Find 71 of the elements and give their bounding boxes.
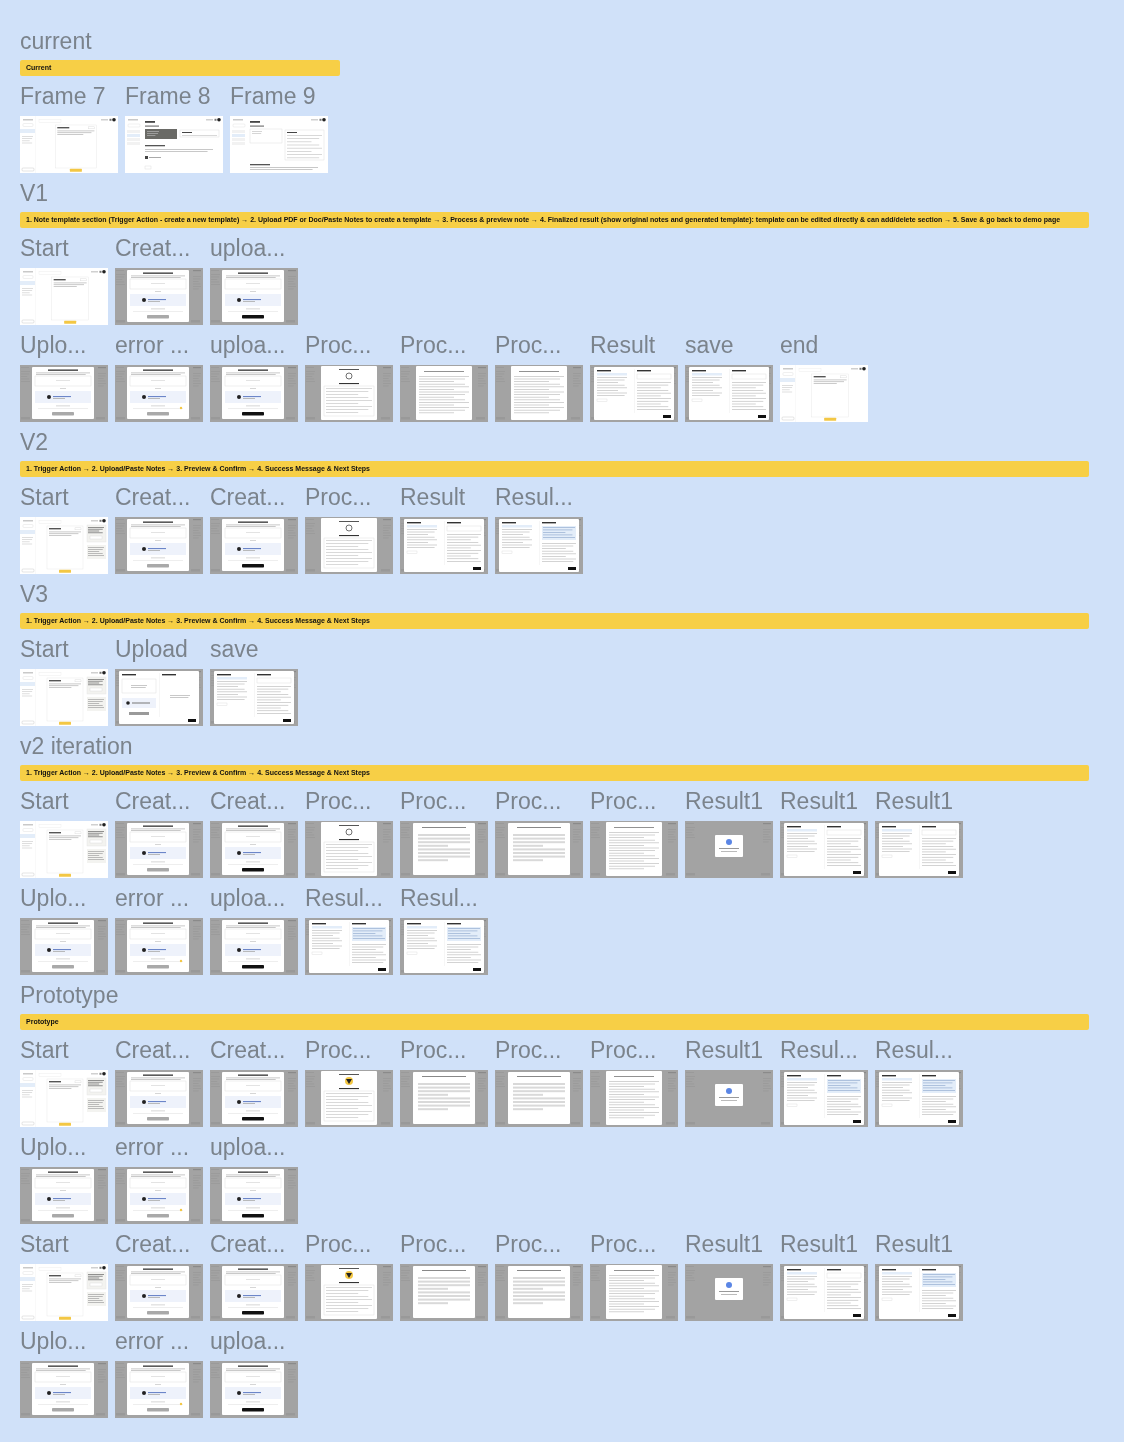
frame-name: uploa...: [210, 1135, 286, 1159]
frame-name: Proc...: [305, 485, 372, 509]
frame-name: Resul...: [875, 1038, 953, 1062]
frame-name: Frame 8: [125, 84, 211, 108]
frame-name: Creat...: [115, 236, 191, 260]
frame-name: error ...: [115, 1135, 190, 1159]
section-title: V2: [20, 430, 49, 454]
section-title: V3: [20, 582, 49, 606]
frame-name: error ...: [115, 333, 190, 357]
frame-name: Start: [20, 1038, 69, 1062]
frame-name: uploa...: [210, 886, 286, 910]
frame-name: uploa...: [210, 1329, 286, 1353]
frame-name: Proc...: [305, 1038, 372, 1062]
frame-name: Start: [20, 637, 69, 661]
frame-name: Frame 7: [20, 84, 106, 108]
frame-name: Creat...: [115, 485, 191, 509]
frame-name: Result1: [685, 1038, 763, 1062]
frame-name: Proc...: [305, 333, 372, 357]
frame-name: save: [685, 333, 734, 357]
section-title: V1: [20, 181, 49, 205]
frame-name: Proc...: [590, 1232, 657, 1256]
frame-name: Start: [20, 1232, 69, 1256]
frame-name: Start: [20, 236, 69, 260]
frame-name: Resul...: [305, 886, 383, 910]
frame-name: Result: [590, 333, 656, 357]
frame-name: Resul...: [780, 1038, 858, 1062]
frame-name: Uplo...: [20, 886, 87, 910]
frame-name: Proc...: [495, 333, 562, 357]
frame-name: Creat...: [210, 485, 286, 509]
frame-name: end: [780, 333, 819, 357]
frame-name: error ...: [115, 1329, 190, 1353]
frame-name: save: [210, 637, 259, 661]
frame-name: Creat...: [210, 1232, 286, 1256]
frame-name: Result1: [780, 1232, 858, 1256]
frame-name: Result1: [685, 1232, 763, 1256]
frame-name: Proc...: [590, 1038, 657, 1062]
frame-name: Creat...: [115, 1232, 191, 1256]
frame-name: Proc...: [400, 789, 467, 813]
frame-name: Proc...: [495, 1232, 562, 1256]
frame-name: Proc...: [400, 1232, 467, 1256]
frame-name: Result1: [875, 789, 953, 813]
section-title: current: [20, 29, 92, 53]
frame-name: Proc...: [495, 1038, 562, 1062]
frame-name: Proc...: [305, 789, 372, 813]
frame-name: Upload: [115, 637, 188, 661]
frame-name: error ...: [115, 886, 190, 910]
frame-name: Uplo...: [20, 1329, 87, 1353]
frame-name: Uplo...: [20, 1135, 87, 1159]
frame-name: Creat...: [115, 789, 191, 813]
frame-name: Resul...: [400, 886, 478, 910]
frame-name: Creat...: [115, 1038, 191, 1062]
frame-name: Frame 9: [230, 84, 316, 108]
frame-name: Result1: [685, 789, 763, 813]
frame-name: Proc...: [590, 789, 657, 813]
frame-name: Proc...: [305, 1232, 372, 1256]
frame-name: Resul...: [495, 485, 573, 509]
frame-name: Creat...: [210, 1038, 286, 1062]
frame-name: Start: [20, 485, 69, 509]
frame-name: Result1: [875, 1232, 953, 1256]
frame-name: uploa...: [210, 236, 286, 260]
frame-name: Proc...: [400, 1038, 467, 1062]
frame-name: uploa...: [210, 333, 286, 357]
frame-name: Start: [20, 789, 69, 813]
frame-name: Proc...: [495, 789, 562, 813]
section-title: Prototype: [20, 983, 119, 1007]
frame-name: Proc...: [400, 333, 467, 357]
frame-name: Uplo...: [20, 333, 87, 357]
section-title: v2 iteration: [20, 734, 133, 758]
frame-name: Result: [400, 485, 466, 509]
frame-name: Result1: [780, 789, 858, 813]
frame-name: Creat...: [210, 789, 286, 813]
